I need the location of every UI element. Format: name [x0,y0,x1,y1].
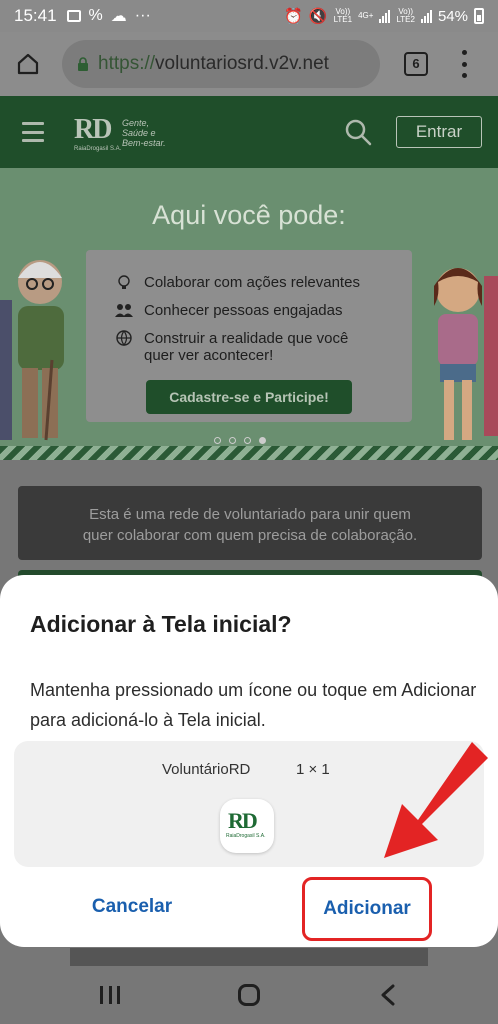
cloud-icon: ☁ [110,8,127,25]
logo-corp: RaiaDrogasil S.A. [74,146,122,152]
recent-apps-icon[interactable] [100,986,120,1004]
signup-participate-button[interactable]: Cadastre-se e Participe! [146,380,352,414]
battery-percent: 54% [437,7,468,25]
info-box: Esta é uma rede de voluntariado para uni… [18,486,482,560]
lte1-label: LTE1 [333,15,353,24]
tab-switcher-button[interactable]: 6 [404,52,428,76]
carousel-dot-3[interactable] [244,437,251,444]
network-4g-label: 4G+ [358,11,374,20]
lock-icon [78,57,88,71]
browser-toolbar: https:// voluntariosrd.v2v.net 6 [0,32,498,96]
alarm-icon: ⏰ [284,8,303,25]
logo-tagline-3: Bem-estar. [122,138,166,148]
logo-mark: RD [74,114,112,145]
status-bar: 15:41 % ☁ ··· ⏰ 🔇 Vo)) LTE1 4G+ Vo)) LTE2 … [0,0,498,32]
hero-item-collaborate: Colaborar com ações relevantes [144,274,360,291]
info-line-1: Esta é uma rede de voluntariado para uni… [89,506,411,523]
site-logo[interactable]: RD Gente, Saúde e Bem-estar. RaiaDrogasi… [74,114,174,154]
cancel-button[interactable]: Cancelar [80,889,184,925]
app-icon-mark: RD [228,808,258,833]
hero-title: Aqui você pode: [152,200,346,230]
people-icon [115,304,133,317]
browser-home-icon[interactable] [0,32,56,96]
add-button[interactable]: Adicionar [302,877,432,941]
hero-banner: Aqui você pode: Colaborar com ações rele… [0,168,498,460]
app-shortcut-icon[interactable]: RD RaiaDrogasil S.A. [220,799,274,853]
app-icon-corp: RaiaDrogasil S.A. [226,833,266,839]
signal-1-icon [379,9,391,23]
more-notifications-icon: ··· [134,7,151,24]
hero-stripe [0,446,498,460]
battery-icon [474,8,484,24]
hero-card: Colaborar com ações relevantes Conhecer … [86,250,412,422]
info-line-2: quer colaborar com quem precisa de colab… [82,527,418,544]
carousel-dots [214,437,266,444]
address-bar[interactable]: https:// voluntariosrd.v2v.net [62,40,380,88]
dialog-message: Mantenha pressionado um ícone ou toque e… [30,680,477,730]
login-button[interactable]: Entrar [396,116,482,148]
home-icon[interactable] [238,984,260,1006]
dialog-title: Adicionar à Tela inicial? [30,611,292,637]
shortcut-size: 1 × 1 [296,761,330,778]
status-time: 15:41 [14,6,57,25]
globe-icon [116,330,132,346]
percent-icon: % [88,7,103,24]
hero-item-build-cont: quer ver acontecer! [144,347,274,364]
red-arrow-annotation [384,742,488,858]
hamburger-menu-icon[interactable] [22,122,44,142]
section-bottom [70,948,428,968]
carousel-dot-4[interactable] [259,437,266,444]
logo-tagline-2: Saúde e [122,128,156,138]
browser-menu-icon[interactable] [452,50,476,78]
lightbulb-icon [118,275,130,289]
hero-item-meet: Conhecer pessoas engajadas [144,302,343,319]
lte2-label: LTE2 [396,15,415,24]
mute-icon: 🔇 [308,8,328,25]
elderly-man-illustration [0,260,64,441]
system-nav-bar [0,966,498,1024]
carousel-dot-1[interactable] [214,437,221,444]
young-woman-illustration [434,268,498,440]
hero-item-build: Construir a realidade que você [144,330,349,347]
carousel-dot-2[interactable] [229,437,236,444]
search-icon[interactable] [344,118,372,146]
signal-2-icon [420,9,432,23]
logo-tagline-1: Gente, [122,118,150,128]
site-header: RD Gente, Saúde e Bem-estar. RaiaDrogasi… [0,96,498,168]
url-host: voluntariosrd.v2v.net [155,53,329,74]
gallery-icon [66,10,81,22]
back-icon[interactable] [378,984,398,1006]
url-scheme: https:// [98,53,156,74]
shortcut-app-name: VoluntárioRD [162,761,251,778]
